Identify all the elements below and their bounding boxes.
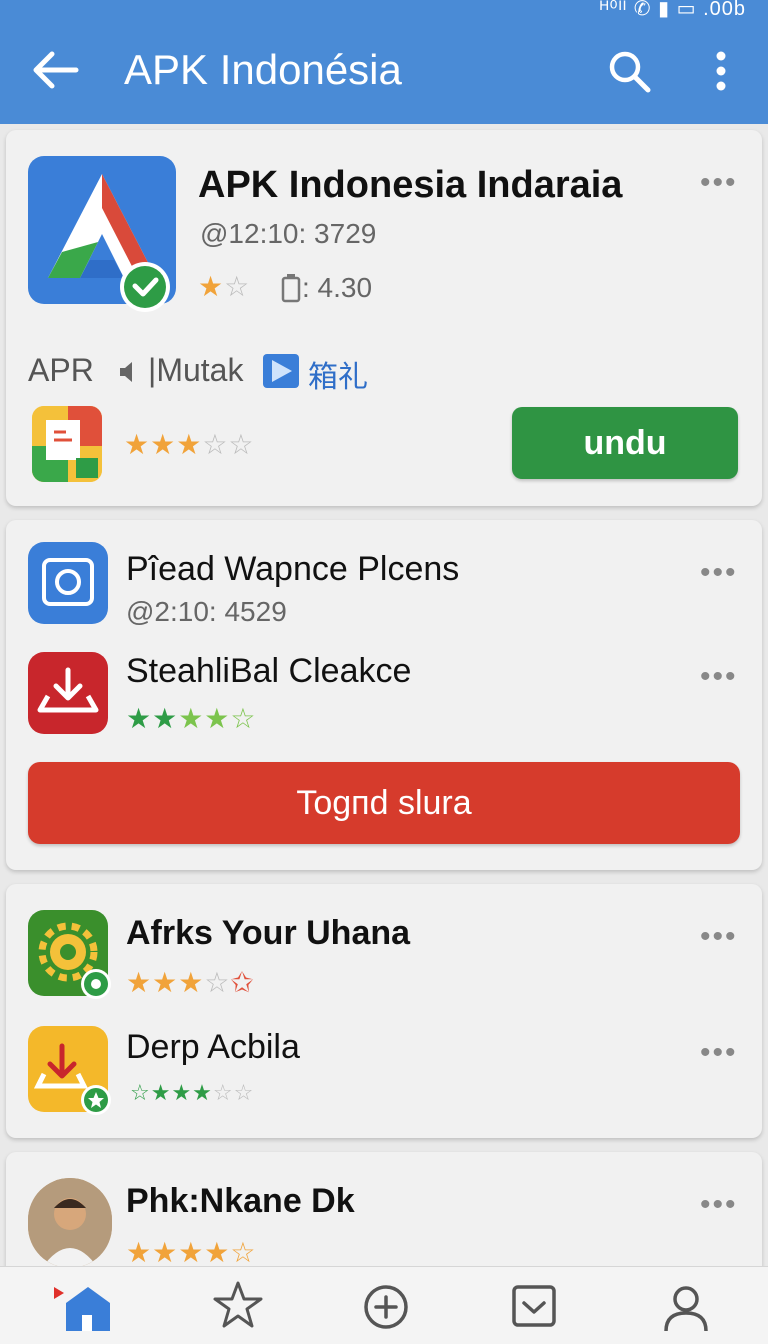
app-name: APK Indonesia Indaraia [198,164,623,206]
more-horiz-icon[interactable]: ••• [700,660,738,694]
more-horiz-icon[interactable]: ••• [700,1188,738,1222]
featured-app-card[interactable]: APK Indonesia Indaraia @12:10: 3729 ★☆ :… [6,130,762,506]
app-meta: @2:10: 4529 [126,596,287,627]
app-name: SteahliBal Cleakce [126,652,412,690]
secondary-app-icon [32,406,102,482]
app-meta: @12:10: 3729 [200,218,377,249]
audio-icon [120,362,132,382]
more-horiz-icon[interactable]: ••• [700,556,738,590]
app-name: Derp Acbila [126,1028,300,1066]
status-bar: ᴴ⁰ᴵᴵ ✆ ▮ ▭ .00b [599,0,746,20]
rating-stars: ★★★★☆ [126,703,257,734]
download-button[interactable]: undu [512,407,738,479]
more-vert-icon[interactable] [706,48,736,94]
tag-mutak: |Mutak [148,352,244,388]
star-icon[interactable] [208,1277,268,1335]
more-horiz-icon[interactable]: ••• [700,166,738,200]
add-circle-icon[interactable] [356,1277,416,1335]
rating-stars: ☆★★★☆☆ [130,1080,255,1105]
app-list-card: Pîead Wapnce Plcens @2:10: 4529 ••• Stea… [6,520,762,870]
profile-icon[interactable] [656,1277,716,1335]
app-bar: ᴴ⁰ᴵᴵ ✆ ▮ ▭ .00b APK Indonésia [0,0,768,124]
tag-apr: APR [28,352,94,388]
more-horiz-icon[interactable]: ••• [700,920,738,954]
app-name: Phk:Nkane Dk [126,1182,355,1220]
app-name: Pîead Wapnce Plcens [126,550,460,588]
secondary-rating-stars: ★★★☆☆ [124,429,255,460]
page-title: APK Indonésia [124,46,402,93]
back-arrow-icon[interactable] [30,48,80,92]
rating-value: : 4.30 [302,272,373,303]
avatar [28,1178,112,1268]
verified-check-icon [120,262,170,312]
badge-icon [81,1085,111,1115]
rating-stars: ★☆ [198,271,251,302]
bottom-navigation [0,1266,768,1344]
search-icon[interactable] [606,48,652,94]
download-app-icon [28,652,108,734]
action-button[interactable]: Togпd slura [28,762,740,844]
home-icon[interactable] [54,1277,114,1335]
download-box-icon[interactable] [504,1277,564,1335]
more-horiz-icon[interactable]: ••• [700,1036,738,1070]
tag-category: 箱礼 [308,361,368,394]
rating-stars: ★★★★☆ [126,1237,257,1268]
badge-icon [81,969,111,999]
rating-stars: ★★★☆✩ [126,967,255,998]
camera-app-icon [28,542,108,624]
storage-icon [281,274,301,303]
video-icon [263,354,299,388]
app-list-card: Afrks Your Uhana ★★★☆✩ ••• Derp Acbila ☆… [6,884,762,1138]
app-name: Afrks Your Uhana [126,914,411,952]
